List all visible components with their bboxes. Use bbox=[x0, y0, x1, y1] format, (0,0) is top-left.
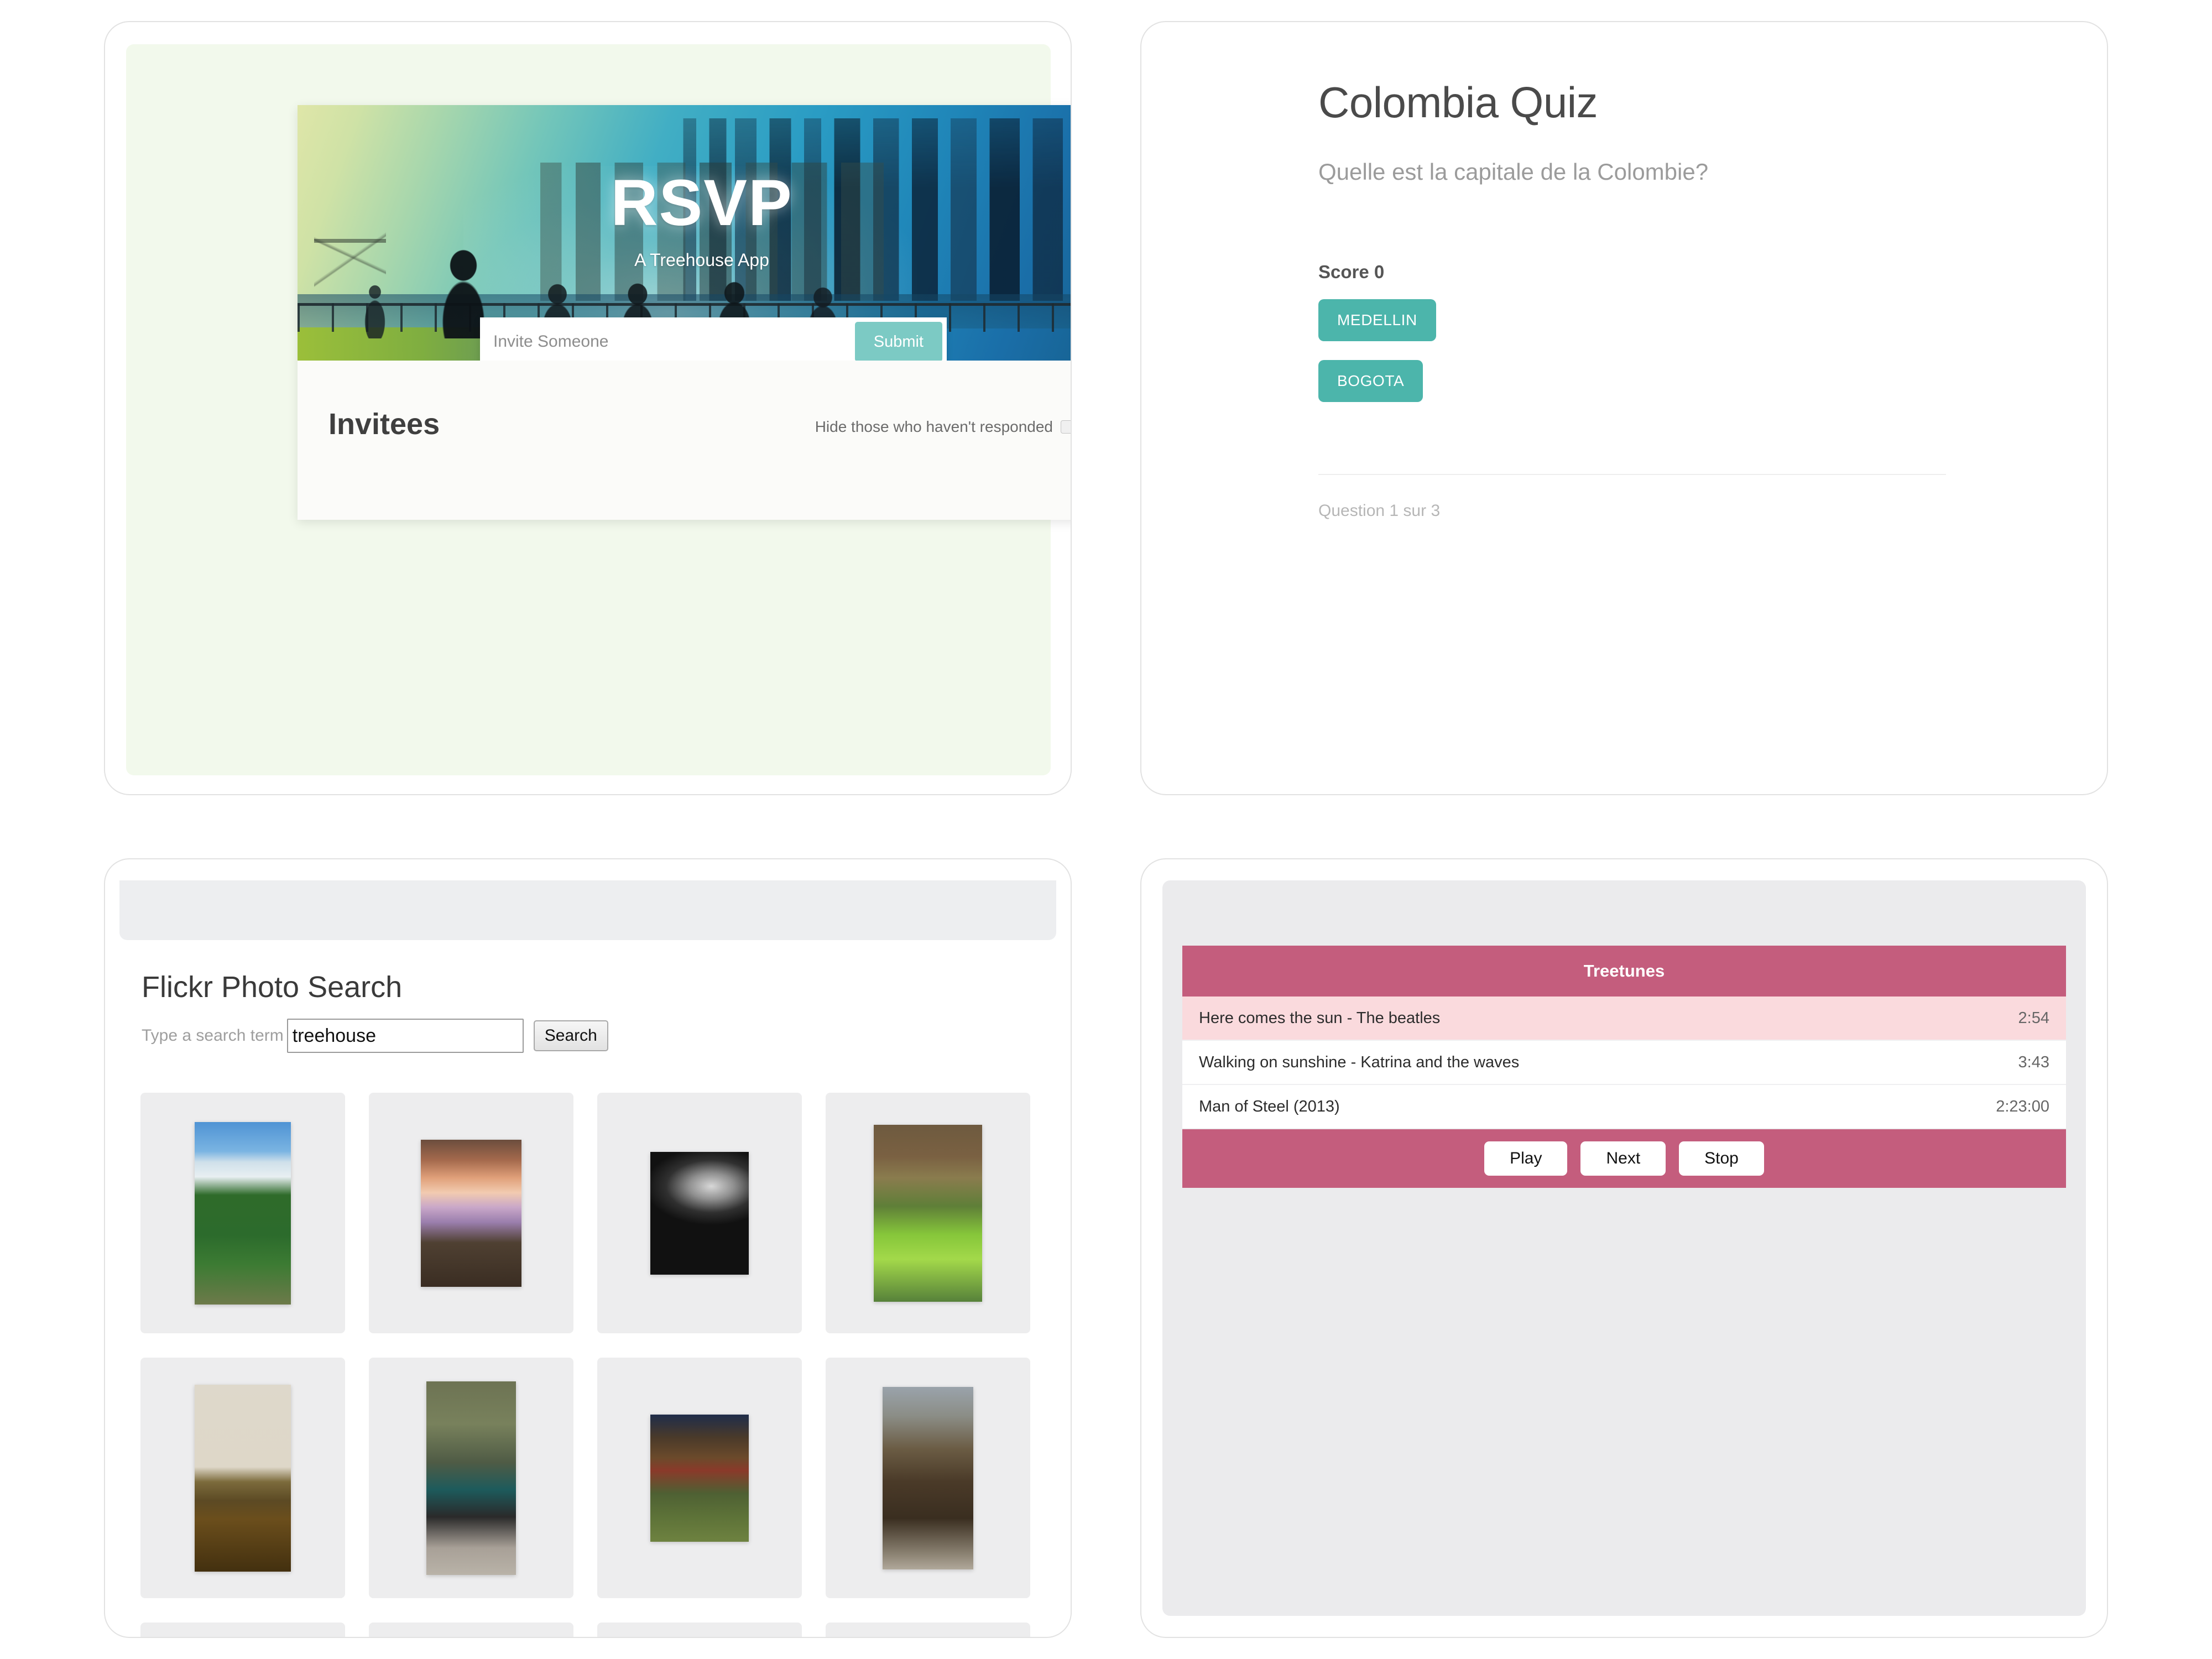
flickr-search-label: Type a search term bbox=[142, 1026, 284, 1045]
photo-result-cell-placeholder[interactable] bbox=[826, 1623, 1030, 1637]
quiz-score: Score 0 bbox=[1318, 262, 1385, 282]
photo-thumbnail[interactable] bbox=[195, 1384, 291, 1572]
flickr-search-form: Type a search term Search bbox=[142, 1019, 1071, 1053]
flickr-app-panel: Flickr Photo Search Type a search term S… bbox=[104, 858, 1072, 1638]
photo-thumbnail[interactable] bbox=[650, 1151, 749, 1275]
rsvp-app-panel: RSVP A Treehouse App Submit Invitees Hid… bbox=[104, 21, 1072, 795]
flickr-content: Flickr Photo Search Type a search term S… bbox=[105, 940, 1071, 1637]
photo-result-cell[interactable] bbox=[826, 1093, 1030, 1333]
quiz-content: Colombia Quiz Quelle est la capitale de … bbox=[1318, 77, 2035, 772]
photo-result-cell[interactable] bbox=[597, 1093, 802, 1333]
track-duration: 2:23:00 bbox=[1996, 1097, 2049, 1115]
photo-result-cell-placeholder[interactable] bbox=[369, 1623, 573, 1637]
rsvp-card: RSVP A Treehouse App Submit Invitees Hid… bbox=[298, 105, 1071, 520]
quiz-app-panel: Colombia Quiz Quelle est la capitale de … bbox=[1140, 21, 2108, 795]
quiz-title: Colombia Quiz bbox=[1318, 78, 1598, 127]
track-title: Walking on sunshine - Katrina and the wa… bbox=[1199, 1053, 1520, 1071]
quiz-question: Quelle est la capitale de la Colombie? bbox=[1318, 159, 1709, 185]
photo-thumbnail[interactable] bbox=[874, 1124, 982, 1302]
photo-thumbnail[interactable] bbox=[195, 1121, 291, 1305]
photo-result-cell-placeholder[interactable] bbox=[597, 1623, 802, 1637]
quiz-divider bbox=[1318, 474, 1946, 475]
play-button[interactable]: Play bbox=[1484, 1141, 1568, 1176]
rsvp-stage: RSVP A Treehouse App Submit Invitees Hid… bbox=[126, 44, 1071, 775]
flickr-page-title: Flickr Photo Search bbox=[142, 971, 403, 1004]
photo-thumbnail[interactable] bbox=[421, 1139, 521, 1287]
treetunes-stage: Treetunes Here comes the sun - The beatl… bbox=[1162, 880, 2086, 1616]
photo-result-cell[interactable] bbox=[140, 1093, 345, 1333]
hide-unresponded-toggle[interactable]: Hide those who haven't responded bbox=[815, 418, 1071, 436]
submit-button[interactable]: Submit bbox=[854, 322, 942, 361]
hide-unresponded-checkbox[interactable] bbox=[1061, 420, 1071, 434]
track-title: Here comes the sun - The beatles bbox=[1199, 1009, 1441, 1027]
track-row[interactable]: Walking on sunshine - Katrina and the wa… bbox=[1182, 1041, 2066, 1085]
treetunes-header: Treetunes bbox=[1182, 946, 2066, 997]
treetunes-controls: Play Next Stop bbox=[1182, 1129, 2066, 1188]
photo-result-cell[interactable] bbox=[140, 1358, 345, 1598]
track-duration: 3:43 bbox=[2018, 1053, 2049, 1071]
track-row[interactable]: Man of Steel (2013) 2:23:00 bbox=[1182, 1085, 2066, 1129]
stop-button[interactable]: Stop bbox=[1679, 1141, 1764, 1176]
hide-unresponded-label: Hide those who haven't responded bbox=[815, 418, 1053, 435]
rsvp-app-subtitle: A Treehouse App bbox=[634, 250, 769, 270]
photo-result-cell[interactable] bbox=[826, 1358, 1030, 1598]
flickr-top-bar bbox=[119, 880, 1056, 940]
next-button[interactable]: Next bbox=[1580, 1141, 1666, 1176]
answer-button-bogota[interactable]: BOGOTA bbox=[1318, 360, 1423, 402]
photo-result-cell[interactable] bbox=[597, 1358, 802, 1598]
treetunes-app-panel: Treetunes Here comes the sun - The beatl… bbox=[1140, 858, 2108, 1638]
track-title: Man of Steel (2013) bbox=[1199, 1097, 1340, 1115]
flickr-search-button[interactable]: Search bbox=[533, 1020, 608, 1051]
invite-form: Submit bbox=[480, 317, 947, 361]
answer-button-medellin[interactable]: MEDELLIN bbox=[1318, 299, 1436, 341]
rsvp-app-title: RSVP bbox=[611, 166, 793, 239]
photo-result-cell[interactable] bbox=[369, 1358, 573, 1598]
invite-someone-input[interactable] bbox=[480, 317, 855, 361]
photo-result-cell-placeholder[interactable] bbox=[140, 1623, 345, 1637]
track-row[interactable]: Here comes the sun - The beatles 2:54 bbox=[1182, 997, 2066, 1041]
quiz-progress-text: Question 1 sur 3 bbox=[1318, 502, 1441, 520]
rsvp-hero-image: RSVP A Treehouse App Submit bbox=[298, 105, 1071, 361]
photo-thumbnail[interactable] bbox=[883, 1386, 973, 1569]
photo-result-cell[interactable] bbox=[369, 1093, 573, 1333]
invitees-heading: Invitees bbox=[328, 408, 440, 441]
track-duration: 2:54 bbox=[2018, 1009, 2049, 1027]
photo-thumbnail[interactable] bbox=[426, 1381, 516, 1575]
photo-results-grid bbox=[140, 1093, 1042, 1637]
photo-thumbnail[interactable] bbox=[650, 1414, 749, 1542]
flickr-search-input[interactable] bbox=[286, 1019, 524, 1053]
invitees-section: Invitees Hide those who haven't responde… bbox=[298, 361, 1071, 520]
treetunes-player: Treetunes Here comes the sun - The beatl… bbox=[1182, 946, 2066, 1188]
